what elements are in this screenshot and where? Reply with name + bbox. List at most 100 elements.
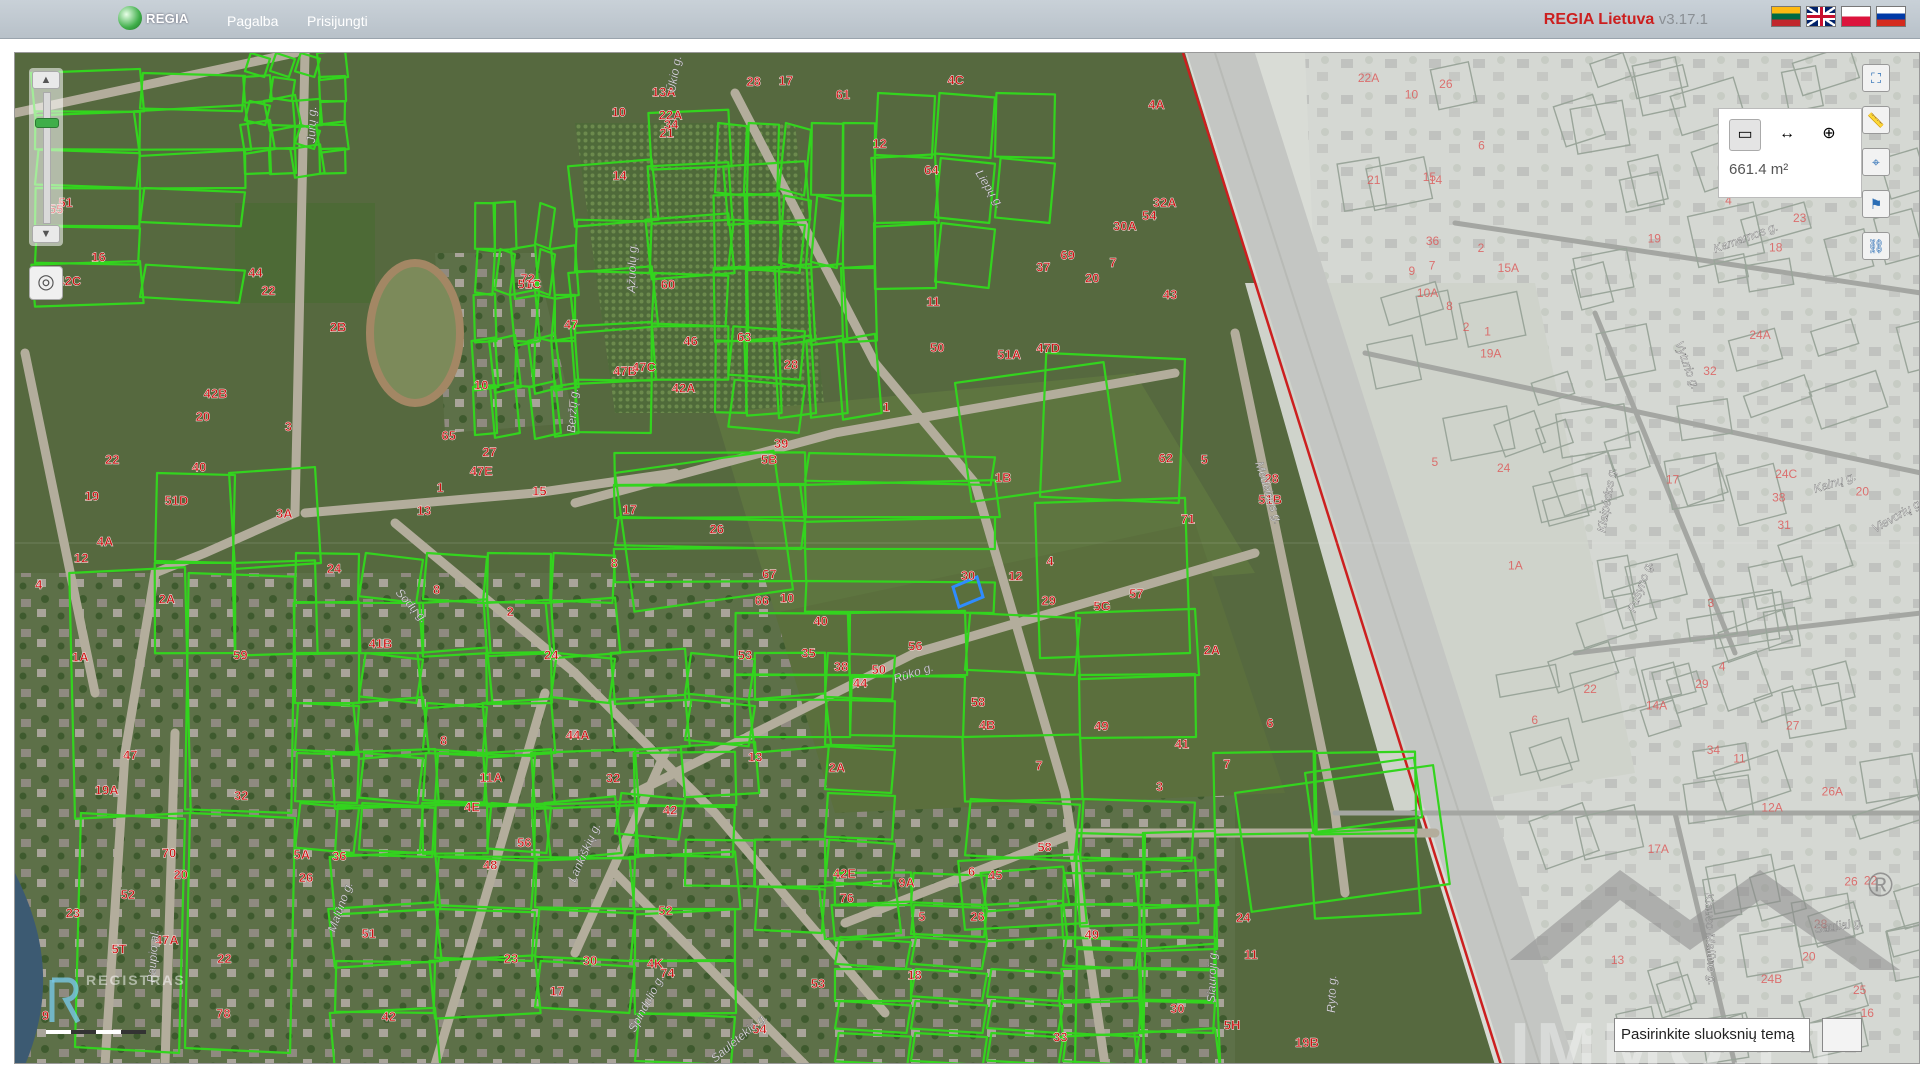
lot-number-label: 51 (361, 926, 375, 941)
lot-number-label-faded: 10 (1405, 88, 1419, 102)
lot-number-label: 2B (330, 319, 347, 334)
lot-number-label: 26 (299, 870, 313, 885)
locate-button[interactable]: ◎ (29, 266, 63, 300)
lot-number-label: 30A (1113, 219, 1137, 234)
area-icon: ▭ (1737, 126, 1752, 143)
lot-number-label: 22 (261, 283, 275, 298)
lot-number-label: 42A (672, 380, 696, 395)
lot-number-label: 65 (442, 428, 456, 443)
lot-number-label: 8 (611, 556, 618, 571)
map-canvas[interactable]: 232A1344A11A13A1112109A87652A17328101214… (14, 52, 1920, 1064)
coordinates-button[interactable]: ⌖ (1862, 148, 1890, 176)
lot-number-label-faded: 4 (1719, 659, 1726, 673)
lot-number-label-faded: 36 (1426, 234, 1440, 248)
lot-number-label: 42B (204, 386, 228, 401)
flag-pl-icon[interactable] (1841, 6, 1871, 27)
lot-number-label: 61 (836, 87, 850, 102)
lot-number-label-faded: 23 (1793, 211, 1807, 225)
lot-number-label: 21 (659, 125, 673, 140)
lot-number-label: 2A (1204, 642, 1221, 657)
zoom-in-button[interactable]: ▲ (32, 71, 60, 89)
flag-ru-icon[interactable] (1876, 6, 1906, 27)
lot-number-label-faded: 32 (1703, 364, 1717, 378)
lot-number-label: 1 (883, 400, 890, 415)
link-button[interactable]: ⛓ (1862, 232, 1890, 260)
lot-number-label: 5 (1201, 452, 1208, 467)
lot-number-label: 3A (276, 506, 293, 521)
lot-number-label: 12 (872, 136, 886, 151)
flag-en-icon[interactable] (1806, 6, 1836, 27)
fullscreen-button[interactable]: ⛶ (1862, 64, 1890, 92)
street-name-label: Ryto g. (1324, 975, 1339, 1013)
lot-number-label: 53 (738, 648, 752, 663)
lot-number-label-faded: 24C (1775, 467, 1797, 481)
distance-measure-button[interactable]: ↔ (1771, 119, 1803, 151)
lot-number-label: 40 (813, 614, 827, 629)
lot-number-label: 51D (165, 493, 189, 508)
lot-number-label-faded: 29 (1695, 677, 1709, 691)
lot-number-label: 39 (774, 436, 788, 451)
layer-theme-selector[interactable]: Pasirinkite sluoksnių temą (1614, 1018, 1810, 1052)
lot-number-label: 32 (234, 788, 248, 803)
scale-bar (46, 1030, 146, 1036)
lot-number-label: 66 (755, 593, 769, 608)
lot-number-label: 62 (1159, 450, 1173, 465)
layer-theme-toggle[interactable] (1822, 1018, 1862, 1052)
xy-icon: ⌖ (1872, 154, 1880, 170)
lot-number-label: 4E (464, 799, 480, 814)
login-link[interactable]: Prisijungti (307, 13, 368, 29)
regia-logo[interactable]: REGIA (118, 6, 189, 30)
chevron-down-icon: ▼ (41, 228, 52, 240)
lot-number-label: 5A (293, 847, 310, 862)
zoom-out-button[interactable]: ▼ (32, 225, 60, 243)
lot-number-label-faded: 14A (1646, 698, 1667, 712)
lot-number-label-faded: 11 (1733, 752, 1746, 766)
lot-number-label: 23 (66, 906, 80, 921)
measure-tool-button[interactable]: 📏 (1862, 106, 1890, 134)
lot-number-label: 36 (332, 849, 346, 864)
lot-number-label: 48 (483, 858, 497, 873)
point-measure-button[interactable]: ⊕ (1813, 119, 1845, 151)
top-bar: REGIA Pagalba Prisijungti REGIA Lietuva … (0, 0, 1920, 39)
lot-number-label-faded: 17A (1648, 842, 1669, 856)
lot-number-label: 20 (196, 409, 210, 424)
lot-number-label: 33 (1053, 1030, 1067, 1045)
lot-number-label: 43 (1163, 287, 1177, 302)
lot-number-label: 76 (840, 890, 854, 905)
lot-number-label-faded: 24 (1497, 461, 1511, 475)
lot-number-label: 11A (479, 770, 503, 785)
lot-number-label: 35 (801, 646, 815, 661)
brand-name: REGIA Lietuva (1544, 11, 1655, 28)
lot-number-label-faded: 24A (1749, 328, 1770, 342)
lot-number-label: 47D (1036, 340, 1060, 355)
lot-number-label: 24 (327, 561, 342, 576)
lot-number-label: 13 (417, 503, 431, 518)
lot-number-label: 19 (85, 489, 99, 504)
lot-number-label: 58 (971, 694, 985, 709)
lot-number-label: 58 (1037, 839, 1051, 854)
lot-number-label: 1B (995, 470, 1012, 485)
lot-number-label-faded: 18 (1769, 240, 1783, 254)
area-measure-button[interactable]: ▭ (1729, 119, 1761, 151)
distance-icon: ↔ (1779, 125, 1795, 142)
marker-button[interactable]: ⚑ (1862, 190, 1890, 218)
zoom-slider-handle[interactable] (35, 118, 59, 128)
lot-number-label: 2 (507, 604, 514, 619)
lot-number-label: 44 (248, 265, 263, 280)
lot-number-label-faded: 16 (1861, 1006, 1875, 1020)
lot-number-label: 17 (779, 73, 793, 88)
lot-number-label: 20 (1085, 270, 1099, 285)
lot-number-label: 22 (217, 951, 231, 966)
lot-number-label: 59 (233, 648, 247, 663)
help-link[interactable]: Pagalba (227, 13, 278, 29)
lot-number-label: 52 (121, 887, 135, 902)
lot-number-label-faded: 1A (1508, 559, 1523, 573)
lot-number-label: 47 (123, 748, 137, 763)
lot-number-label: 44A (566, 728, 590, 743)
zoom-slider-track[interactable] (43, 92, 51, 224)
street-name-label: Ąžuolų g. (624, 243, 640, 295)
lot-number-label: 42 (663, 803, 677, 818)
flag-lt-icon[interactable] (1771, 6, 1801, 27)
lot-number-label: 38 (834, 659, 848, 674)
lot-number-label: 1A (72, 649, 89, 664)
